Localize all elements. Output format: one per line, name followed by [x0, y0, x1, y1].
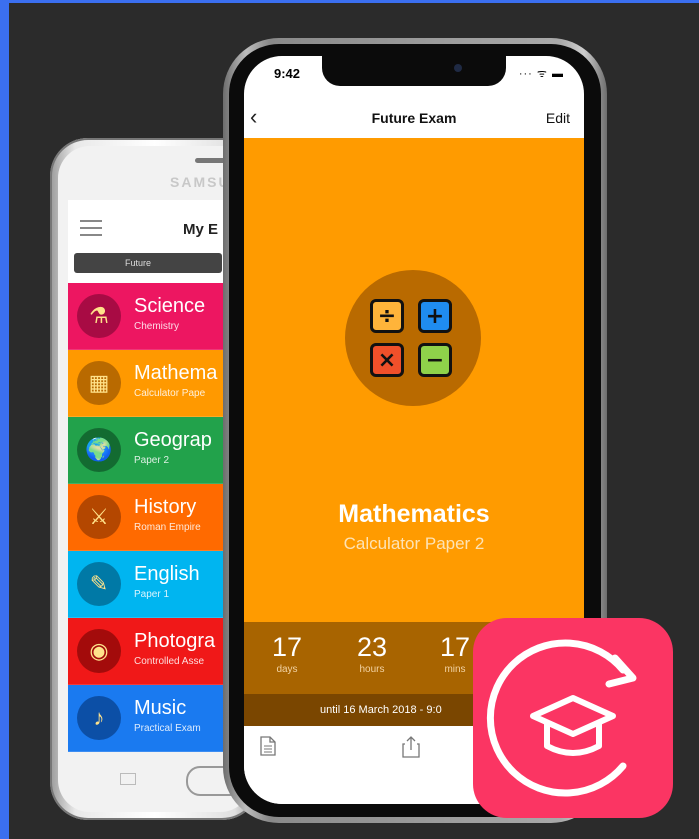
graduation-cap-refresh-icon	[486, 639, 637, 797]
subject-row[interactable]: ♪ Music Practical Exam	[68, 685, 228, 752]
subject-name: Geograp	[134, 429, 212, 451]
subject-icon: 🌍	[77, 428, 121, 472]
subject-icon: ✎	[77, 562, 121, 606]
subject-icon: ♪	[77, 696, 121, 740]
divide-key-icon: ÷	[370, 299, 404, 333]
subject-detail: Calculator Pape	[134, 388, 206, 399]
countdown-unit: hours	[359, 664, 385, 675]
subject-detail: Paper 2	[134, 455, 170, 466]
subject-row[interactable]: ⚔ History Roman Empire	[68, 484, 228, 551]
subject-subtitle: Calculator Paper 2	[343, 534, 485, 553]
hamburger-menu-icon[interactable]	[80, 220, 102, 236]
subject-row[interactable]: ▦ Mathema Calculator Pape	[68, 350, 228, 417]
app-title: My E	[183, 221, 219, 238]
countdown-value: 23	[356, 632, 388, 662]
subject-icon: ◉	[77, 629, 121, 673]
app-header: My E	[68, 200, 228, 250]
iphone-notch	[322, 56, 506, 86]
edit-button[interactable]: Edit	[546, 110, 570, 126]
subject-detail: Chemistry	[134, 321, 180, 332]
subject-detail: Paper 1	[134, 589, 170, 600]
subject-detail: Roman Empire	[134, 522, 201, 533]
navigation-bar: ‹ Future Exam Edit	[244, 98, 584, 138]
subject-row[interactable]: ◉ Photogra Controlled Asse	[68, 618, 228, 685]
countdown-days: 17 days	[252, 632, 322, 675]
subject-title: Mathematics	[338, 500, 490, 528]
subject-detail: Controlled Asse	[134, 656, 205, 667]
countdown-value: 17	[271, 632, 303, 662]
left-accent-bar	[0, 0, 9, 839]
app-icon-badge	[473, 618, 673, 818]
subject-name: Science	[134, 295, 206, 317]
status-icons: ··· ᯤ ▬	[518, 68, 564, 80]
subject-row[interactable]: ⚗ Science Chemistry	[68, 283, 228, 350]
document-icon[interactable]	[260, 736, 276, 761]
countdown-hours: 23 hours	[337, 632, 407, 675]
top-accent-bar	[0, 0, 699, 3]
plus-key-icon: +	[418, 299, 452, 333]
subject-name: Mathema	[134, 362, 218, 384]
page-title: Future Exam	[371, 110, 457, 126]
share-icon[interactable]	[402, 736, 420, 763]
subject-row[interactable]: ✎ English Paper 1	[68, 551, 228, 618]
samsung-screen: My E Future ⚗ Science Chemistry ▦ Mathema Cal…	[68, 200, 228, 752]
subject-icon: ⚗	[77, 294, 121, 338]
minus-key-icon: −	[418, 343, 452, 377]
exam-hero: ÷ + × − Mathematics Calculator Paper 2	[244, 138, 584, 622]
status-time: 9:42	[274, 66, 301, 81]
countdown-unit: days	[276, 664, 298, 675]
subject-detail: Practical Exam	[134, 723, 201, 734]
subject-row[interactable]: 🌍 Geograp Paper 2	[68, 417, 228, 484]
subject-name: History	[134, 496, 197, 518]
subject-icon: ▦	[77, 361, 121, 405]
calculator-icon: ÷ + × −	[345, 270, 481, 406]
subject-icon: ⚔	[77, 495, 121, 539]
subject-name: Photogra	[134, 630, 216, 652]
tab-future[interactable]: Future	[74, 253, 222, 273]
subject-name: English	[134, 563, 200, 585]
front-camera-icon	[454, 64, 462, 72]
subject-list: ⚗ Science Chemistry ▦ Mathema Calculator Pape…	[68, 283, 228, 752]
multiply-key-icon: ×	[370, 343, 404, 377]
recent-apps-icon[interactable]	[120, 773, 136, 785]
subject-name: Music	[134, 697, 187, 719]
